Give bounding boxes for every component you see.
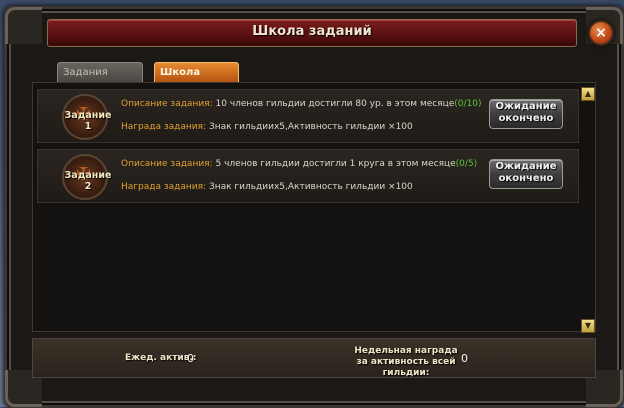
scroll-up-button[interactable]: ▲: [581, 87, 595, 101]
scroll-down-button[interactable]: ▼: [581, 319, 595, 333]
quest-reward: Награда задания: Знак гильдииx5,Активнос…: [121, 122, 413, 132]
quest-name: Задание 1: [64, 110, 112, 132]
tab-guild-quests[interactable]: Задания гильдии: [57, 62, 143, 98]
quest-description: Описание задания: 10 членов гильдии дост…: [121, 99, 482, 109]
list-item: ✠ Задание 2 Описание задания: 5 членов г…: [37, 149, 579, 203]
reward-label: Награда задания:: [121, 122, 207, 132]
quest-list: ▲ ✠ Задание 1 Описание задания: 10 члено…: [32, 82, 596, 333]
waiting-button[interactable]: Ожидание окончено: [489, 99, 563, 129]
quest-name: Задание 2: [64, 170, 112, 192]
close-button[interactable]: ×: [588, 20, 614, 46]
close-icon: ×: [595, 25, 607, 41]
quest-progress: (0/10): [454, 99, 482, 109]
chevron-up-icon: ▲: [584, 89, 592, 98]
daily-activity-label: Ежед. актив.:: [125, 353, 197, 363]
description-label: Описание задания:: [121, 159, 213, 169]
reward-label: Награда задания:: [121, 182, 207, 192]
description-text: 10 членов гильдии достигли 80 ур. в этом…: [215, 99, 455, 109]
weekly-reward-label: Недельная награда за активность всей гил…: [354, 346, 458, 378]
window-title: Школа заданий: [252, 24, 372, 39]
list-item: ✠ Задание 1 Описание задания: 10 членов …: [37, 89, 579, 143]
activity-footer: Ежед. актив.: 0 Недельная награда за акт…: [32, 338, 596, 378]
waiting-button[interactable]: Ожидание окончено: [489, 159, 563, 189]
chevron-down-icon: ▼: [584, 321, 592, 330]
quest-reward: Награда задания: Знак гильдииx5,Активнос…: [121, 182, 413, 192]
reward-text: Знак гильдииx5,Активность гильдии ×100: [208, 122, 413, 132]
description-text: 5 членов гильдии достигли 1 круга в этом…: [215, 159, 456, 169]
frame-corner: [5, 7, 42, 44]
quest-description: Описание задания: 5 членов гильдии дости…: [121, 159, 477, 169]
reward-text: Знак гильдииx5,Активность гильдии ×100: [208, 182, 413, 192]
title-bar: Школа заданий: [47, 19, 577, 47]
quest-progress: (0/5): [455, 159, 478, 169]
daily-activity-value: 0: [187, 352, 194, 365]
tab-newbie-school[interactable]: Школа новичков: [154, 62, 239, 98]
description-label: Описание задания:: [121, 99, 213, 109]
weekly-reward-value: 0: [461, 352, 468, 365]
